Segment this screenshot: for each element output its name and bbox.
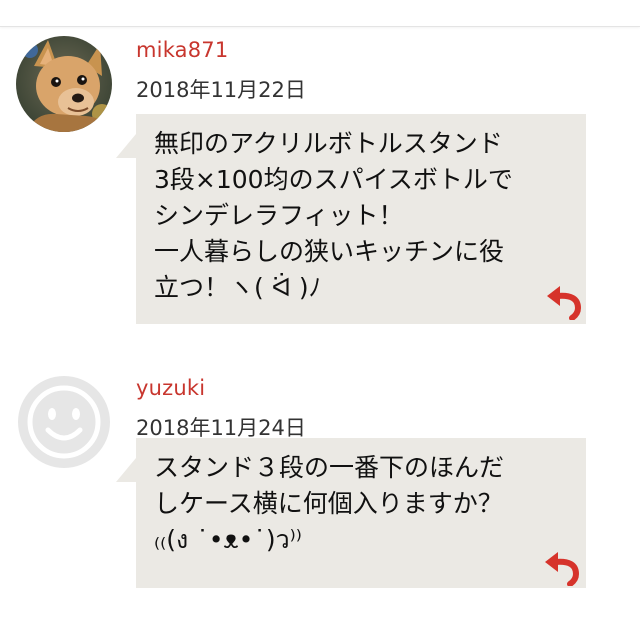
dog-photo-avatar [16, 36, 112, 132]
username-link[interactable]: mika871 [136, 38, 228, 62]
comment-text-line: しケース横に何個入りますか？ [154, 489, 503, 518]
top-bar [0, 0, 640, 27]
username-link[interactable]: yuzuki [136, 376, 205, 400]
reply-arrow-icon[interactable] [542, 544, 584, 587]
comment-text-line: ₍₍(ง ˙•ᴥ•˙)ว⁾⁾ [154, 525, 302, 554]
reply-arrow-icon[interactable] [544, 278, 586, 321]
smiley-face-avatar [18, 376, 110, 468]
comment-item: yuzuki 2018年11月24日 スタンド３段の一番下のほんだ しケース横に… [0, 374, 640, 604]
user-avatar[interactable] [16, 36, 112, 132]
comment-text-line: 無印のアクリルボトルスタンド [154, 129, 503, 158]
comment-text-line: 一人暮らしの狭いキッチンに役 [154, 237, 505, 266]
comment-date: 2018年11月22日 [136, 78, 306, 102]
comment-text-line: シンデレラフィット！ [154, 201, 404, 230]
comment-bubble: 無印のアクリルボトルスタンド 3段×100均のスパイスボトルで シンデレラフィッ… [136, 114, 586, 324]
comment-text-line: スタンド３段の一番下のほんだ [154, 453, 505, 482]
comment-text-line: 立つ！ヽ( ᐛ )ﾉ [154, 273, 322, 302]
user-avatar[interactable] [16, 374, 112, 470]
comment-text-line: 3段×100均のスパイスボトルで [154, 165, 513, 194]
comment-bubble: スタンド３段の一番下のほんだ しケース横に何個入りますか？ ₍₍(ง ˙•ᴥ•˙… [136, 438, 586, 588]
comment-item: mika871 2018年11月22日 無印のアクリルボトルスタンド 3段×10… [0, 36, 640, 336]
